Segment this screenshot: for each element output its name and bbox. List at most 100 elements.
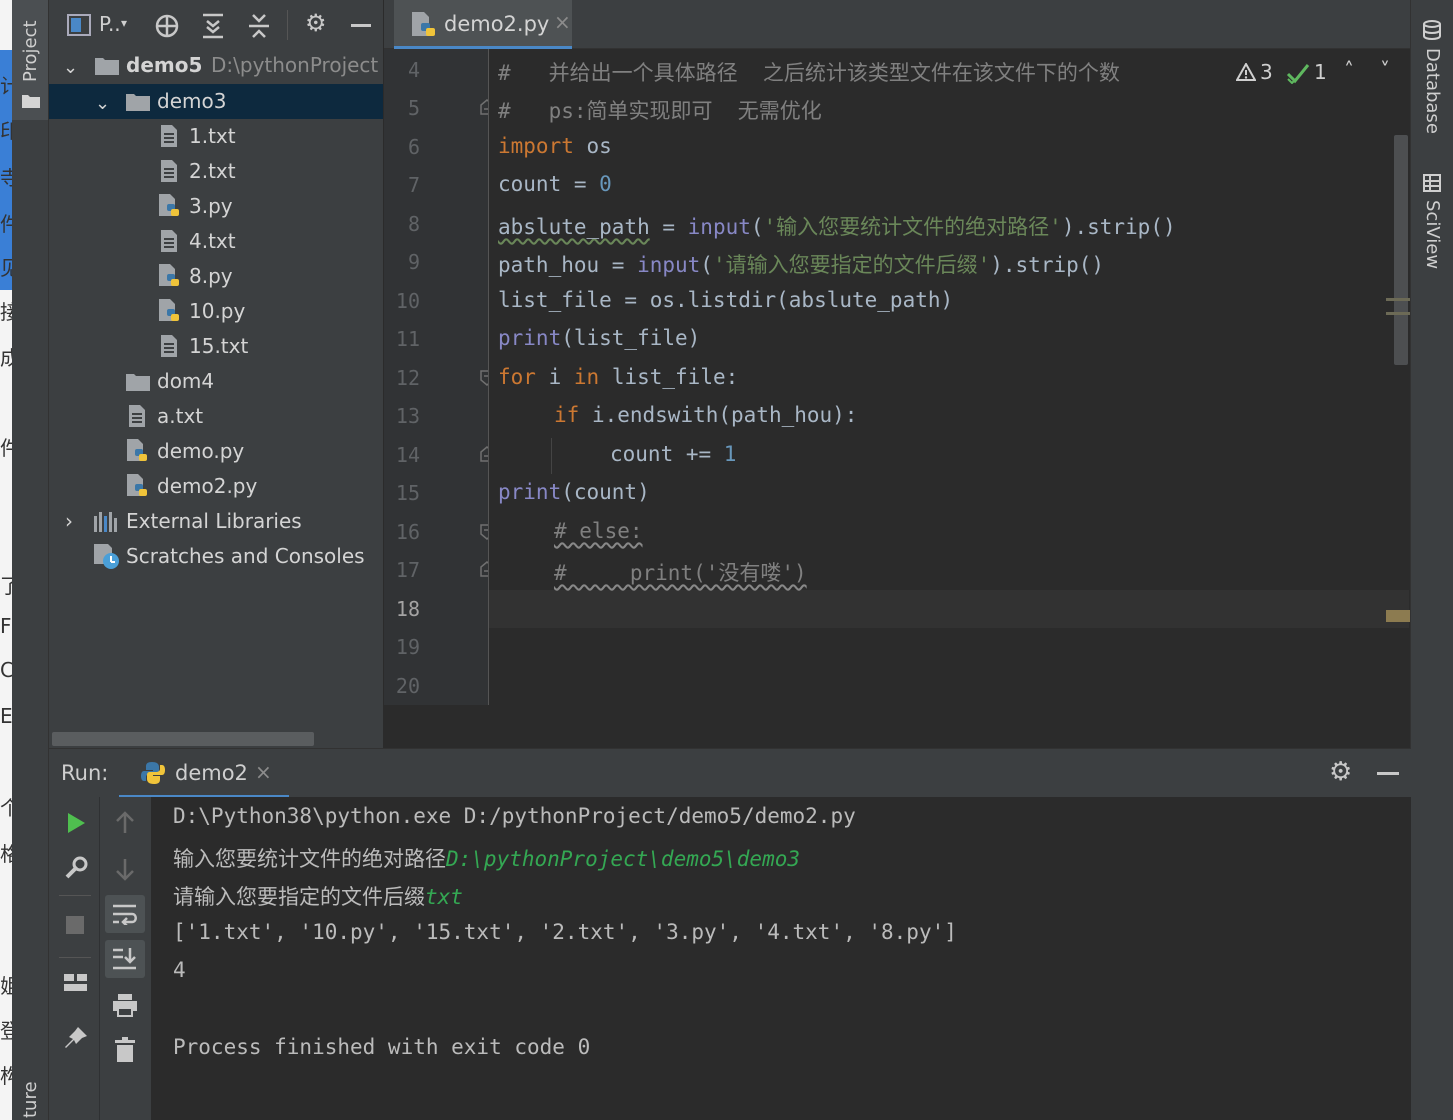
toolbar-divider bbox=[287, 10, 288, 40]
tree-item-dom4[interactable]: dom4 bbox=[49, 364, 383, 399]
toolbar-divider bbox=[99, 797, 100, 1120]
arrow-up-icon[interactable] bbox=[114, 811, 136, 835]
bg-char: 姐 bbox=[0, 974, 12, 998]
chevron-down-icon[interactable]: ˅ bbox=[1380, 58, 1390, 82]
gear-icon[interactable]: ⚙ bbox=[305, 9, 327, 37]
bg-char: 格 bbox=[0, 842, 12, 866]
run-toolbar bbox=[49, 797, 151, 1120]
tree-item-scratches[interactable]: Scratches and Consoles bbox=[49, 539, 383, 574]
tree-item-file[interactable]: 15.txt bbox=[49, 329, 383, 364]
project-tool-tab[interactable]: Project bbox=[12, 0, 48, 120]
pin-icon[interactable] bbox=[63, 1025, 89, 1051]
code-text: i.endswith(path_hou): bbox=[579, 403, 858, 427]
line-number: 13 bbox=[395, 404, 420, 428]
code-line-14: count += 1 bbox=[610, 442, 736, 466]
tree-item-file[interactable]: 4.txt bbox=[49, 224, 383, 259]
code-text: (count) bbox=[561, 480, 650, 504]
string-literal: '请输入您要指定的文件后缀' bbox=[712, 253, 991, 277]
console-prompt: 输入您要统计文件的绝对路径 bbox=[173, 847, 446, 871]
error-stripe-mark[interactable] bbox=[1386, 298, 1410, 301]
line-number: 20 bbox=[395, 674, 420, 698]
tree-item-demo3[interactable]: ⌄ demo3 bbox=[49, 84, 383, 119]
trash-icon[interactable] bbox=[114, 1037, 136, 1063]
tree-item-file[interactable]: 3.py bbox=[49, 189, 383, 224]
console-user-input: txt bbox=[425, 885, 463, 909]
text-file-icon bbox=[161, 125, 177, 147]
collapse-all-icon[interactable] bbox=[247, 13, 271, 39]
tree-item-label: 4.txt bbox=[189, 229, 236, 253]
project-view-title[interactable]: P.. bbox=[99, 12, 121, 36]
tree-item-demo5[interactable]: ⌄ demo5 D:\pythonProject bbox=[49, 48, 383, 83]
structure-tab-label[interactable]: ture bbox=[20, 1081, 41, 1118]
tree-item-external-libraries[interactable]: › External Libraries bbox=[49, 504, 383, 539]
database-tab-label[interactable]: Database bbox=[1422, 48, 1443, 134]
arrow-down-icon[interactable] bbox=[114, 857, 136, 881]
tab-run-demo2[interactable]: demo2 × bbox=[119, 749, 289, 798]
error-stripe-mark[interactable] bbox=[1386, 610, 1410, 622]
number-literal: 1 bbox=[723, 442, 737, 466]
hide-icon[interactable] bbox=[1377, 772, 1399, 775]
wrench-icon[interactable] bbox=[63, 855, 89, 881]
project-toolbar: P.. ▾ ⚙ bbox=[49, 0, 383, 50]
code-text: i bbox=[535, 365, 574, 389]
tree-item-file[interactable]: 10.py bbox=[49, 294, 383, 329]
close-icon[interactable]: × bbox=[554, 10, 571, 34]
code-text: abslute_path bbox=[498, 215, 650, 239]
soft-wrap-icon[interactable] bbox=[112, 903, 138, 925]
toolbar-divider bbox=[59, 957, 91, 958]
rerun-icon[interactable] bbox=[65, 811, 87, 835]
bg-char: C bbox=[0, 658, 12, 682]
expand-all-icon[interactable] bbox=[201, 13, 225, 39]
run-label: Run: bbox=[61, 761, 109, 785]
python-file-icon bbox=[127, 474, 147, 496]
locate-icon[interactable] bbox=[155, 14, 179, 38]
chevron-down-icon[interactable]: ⌄ bbox=[63, 50, 78, 85]
indent-guide bbox=[551, 438, 552, 474]
bg-char: 构 bbox=[0, 1064, 12, 1088]
tree-item-file[interactable]: demo2.py bbox=[49, 469, 383, 504]
database-icon[interactable] bbox=[1423, 20, 1441, 40]
layout-icon[interactable] bbox=[63, 973, 89, 993]
project-horizontal-scrollbar[interactable] bbox=[52, 732, 314, 746]
scroll-to-end-icon[interactable] bbox=[112, 947, 138, 971]
bg-char: 印 bbox=[0, 119, 12, 143]
builtin: input bbox=[637, 253, 701, 277]
error-stripe-mark[interactable] bbox=[1386, 312, 1410, 315]
chevron-up-icon[interactable]: ˄ bbox=[1344, 58, 1354, 82]
warning-icon bbox=[1236, 63, 1256, 81]
console-prompt: 请输入您要指定的文件后缀 bbox=[173, 885, 425, 909]
close-icon[interactable]: × bbox=[255, 760, 272, 784]
chevron-right-icon[interactable]: › bbox=[65, 504, 73, 539]
run-console[interactable]: D:\Python38\python.exe D:/pythonProject/… bbox=[151, 797, 1411, 1120]
code-text: ( bbox=[700, 253, 713, 277]
project-view-icon[interactable] bbox=[67, 14, 91, 36]
tree-item-file[interactable]: 2.txt bbox=[49, 154, 383, 189]
python-file-icon bbox=[159, 264, 179, 286]
bg-char: F bbox=[0, 614, 12, 638]
editor-vertical-scrollbar[interactable] bbox=[1394, 135, 1408, 365]
chevron-down-icon[interactable]: ▾ bbox=[121, 16, 127, 30]
bg-char: 个 bbox=[0, 796, 12, 820]
chevron-down-icon[interactable]: ⌄ bbox=[95, 86, 110, 121]
line-number: 10 bbox=[395, 289, 420, 313]
gear-icon[interactable]: ⚙ bbox=[1329, 757, 1352, 787]
stop-icon[interactable] bbox=[66, 916, 84, 934]
line-number: 12 bbox=[395, 366, 420, 390]
sciview-icon[interactable] bbox=[1423, 174, 1441, 192]
tab-demo2-py[interactable]: demo2.py × bbox=[394, 0, 572, 49]
tree-item-label: 2.txt bbox=[189, 159, 236, 183]
tab-label: demo2.py bbox=[444, 12, 550, 36]
tree-item-file[interactable]: demo.py bbox=[49, 434, 383, 469]
tree-item-label: demo3 bbox=[157, 89, 227, 113]
tree-item-file[interactable]: 1.txt bbox=[49, 119, 383, 154]
sciview-tab-label[interactable]: SciView bbox=[1422, 200, 1443, 269]
python-file-icon bbox=[159, 299, 179, 321]
tree-item-file[interactable]: a.txt bbox=[49, 399, 383, 434]
print-icon[interactable] bbox=[112, 993, 138, 1017]
hide-icon[interactable] bbox=[351, 24, 371, 27]
tree-item-label: Scratches and Consoles bbox=[126, 544, 365, 568]
number-literal: 0 bbox=[599, 172, 612, 196]
tree-item-label: 3.py bbox=[189, 194, 233, 218]
tree-item-file[interactable]: 8.py bbox=[49, 259, 383, 294]
line-number: 16 bbox=[395, 520, 420, 544]
